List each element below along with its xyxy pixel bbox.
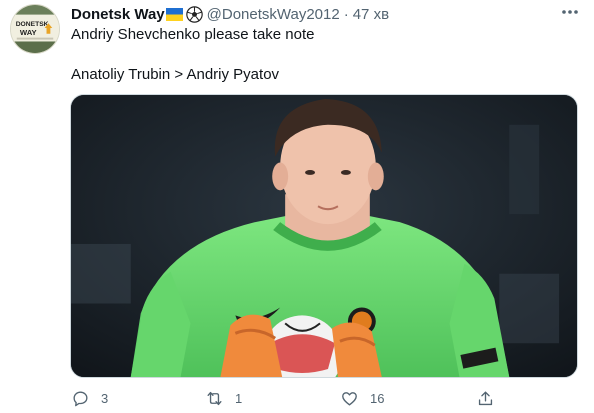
tweet-media-photo[interactable] [70,94,578,378]
avatar-image: DONETSK WAY [11,5,59,53]
separator-dot: · [343,5,349,23]
reply-icon [73,390,88,406]
tweet-text-line-3: Anatoliy Trubin > Andriy Pyatov [71,66,280,83]
tweet-text-line-2 [71,45,571,65]
avatar-text-line2: WAY [20,28,37,37]
reply-button[interactable]: 3 [71,386,108,410]
share-icon [478,390,493,405]
tweet[interactable]: DONETSK WAY Donetsk Way @DonetskWay2012 … [0,0,594,413]
timestamp[interactable]: 47 хв [353,6,389,23]
retweet-count: 1 [235,390,243,406]
reply-count: 3 [101,390,109,406]
like-count: 16 [370,390,385,406]
more-options-icon[interactable] [560,6,580,18]
like-button[interactable]: 16 [340,386,384,410]
user-handle[interactable]: @DonetskWay2012 [207,6,340,23]
tweet-header: Donetsk Way @DonetskWay2012 · 47 хв [71,4,389,24]
ukraine-flag-icon [165,7,183,21]
retweet-icon [207,391,222,405]
display-name[interactable]: Donetsk Way [71,6,165,23]
tweet-text-line-1: Andriy Shevchenko please take note [71,26,315,43]
tweet-actions: 3 1 16 [0,386,594,410]
share-button[interactable] [476,386,495,410]
retweet-button[interactable]: 1 [205,386,242,410]
goalkeeper-photo [71,95,577,377]
soccer-ball-icon [185,5,203,23]
heart-icon [342,391,357,406]
tweet-text: Andriy Shevchenko please take note Anato… [71,25,571,85]
avatar[interactable]: DONETSK WAY [10,4,60,54]
